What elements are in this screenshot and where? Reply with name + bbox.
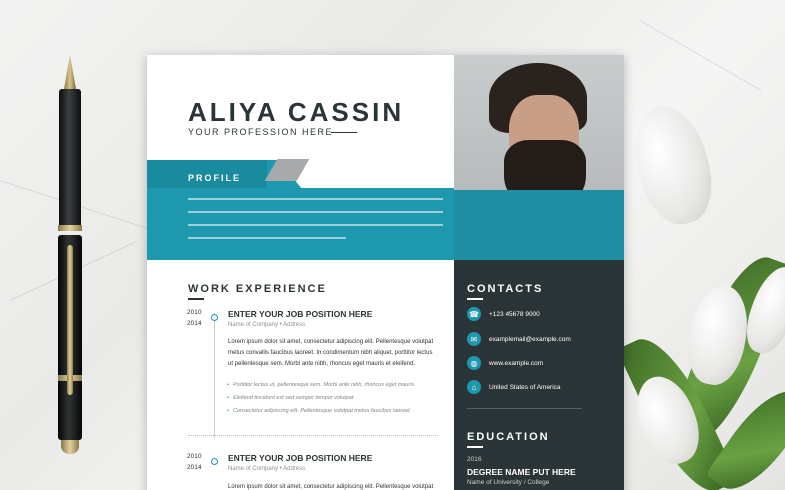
- resume-sheet: ALIYA CASSIN YOUR PROFESSION HERE PROFIL…: [147, 55, 624, 490]
- pen-clip: [67, 245, 73, 395]
- job-bullet: Eleifend tincidunt est sed semper tempor…: [227, 395, 353, 401]
- contacts-heading: CONTACTS: [467, 283, 544, 295]
- profile-text-line: [188, 224, 443, 226]
- contact-website: ◍ www.example.com: [467, 355, 543, 371]
- globe-icon: ◍: [467, 356, 481, 370]
- contact-phone: ☎ +123 45678 9000: [467, 306, 540, 322]
- education-degree: DEGREE NAME PUT HERE: [467, 467, 576, 477]
- profile-text-line: [188, 198, 443, 200]
- job-company: Name of Company • Address: [228, 322, 306, 328]
- job-year-start: 2010: [187, 309, 202, 316]
- tulip-flower: [623, 97, 723, 233]
- timeline-dot: [211, 458, 218, 465]
- profile-photo: [454, 55, 624, 260]
- job-year-start: 2010: [187, 453, 202, 460]
- job-description: Lorem ipsum dolor sit amet, consectetur …: [228, 337, 443, 370]
- job-bullet: Porttitor lectus ut, pellentesque sem. M…: [227, 382, 414, 388]
- contact-address: ⌂ United States of America: [467, 379, 561, 395]
- job-title: ENTER YOUR JOB POSITION HERE: [228, 453, 373, 463]
- timeline-dot: [211, 314, 218, 321]
- timeline-line: [214, 313, 215, 438]
- contact-website-text: www.example.com: [489, 359, 544, 367]
- contacts-underline: [467, 298, 483, 300]
- resume-profession: YOUR PROFESSION HERE: [188, 127, 334, 137]
- job-year-end: 2014: [187, 464, 202, 471]
- phone-icon: ☎: [467, 307, 481, 321]
- job-description-line: Lorem ipsum dolor sit amet, consectetur …: [228, 339, 434, 345]
- pen-nib: [64, 55, 76, 89]
- education-year: 2016: [467, 456, 482, 463]
- marble-vein: [639, 20, 762, 91]
- job-description-line: ut pellentesque sem. Morbi ante nibh, rh…: [228, 361, 416, 367]
- resume-name: ALIYA CASSIN: [188, 97, 405, 127]
- work-experience-heading: WORK EXPERIENCE: [188, 283, 327, 295]
- contact-phone-text: +123 45678 9000: [489, 310, 540, 318]
- job-description-line: Lorem ipsum dolor sit amet, consectetur …: [228, 484, 434, 490]
- home-icon: ⌂: [467, 380, 481, 394]
- contact-email-text: examplemail@example.com: [489, 335, 571, 343]
- education-heading: EDUCATION: [467, 431, 550, 443]
- job-bullet: Consectetur adipiscing elit. Pellentesqu…: [227, 408, 410, 414]
- profile-text-line: [188, 237, 347, 239]
- contact-address-text: United States of America: [489, 383, 561, 391]
- profile-text-line: [188, 211, 443, 213]
- pen-ring: [58, 225, 82, 231]
- education-underline: [467, 446, 483, 448]
- job-year-end: 2014: [187, 320, 202, 327]
- profile-text-placeholder: [188, 198, 443, 250]
- work-divider: [188, 435, 438, 436]
- work-heading-underline: [188, 298, 204, 300]
- profession-underline: [331, 132, 357, 133]
- contact-email: ✉ examplemail@example.com: [467, 331, 571, 347]
- email-icon: ✉: [467, 332, 481, 346]
- job-title: ENTER YOUR JOB POSITION HERE: [228, 309, 373, 319]
- pen-barrel: [59, 89, 81, 229]
- pen-tip: [61, 440, 79, 454]
- job-company: Name of Company • Address: [228, 466, 306, 472]
- job-description: Lorem ipsum dolor sit amet, consectetur …: [228, 482, 443, 490]
- profile-heading: PROFILE: [188, 173, 242, 183]
- photo-shirt: [454, 190, 624, 260]
- fountain-pen-image: [57, 55, 83, 455]
- job-description-line: metus convallis faucibus laoreet. In con…: [228, 350, 433, 356]
- sidebar-divider: [467, 408, 582, 409]
- education-school: Name of University / College: [467, 479, 550, 486]
